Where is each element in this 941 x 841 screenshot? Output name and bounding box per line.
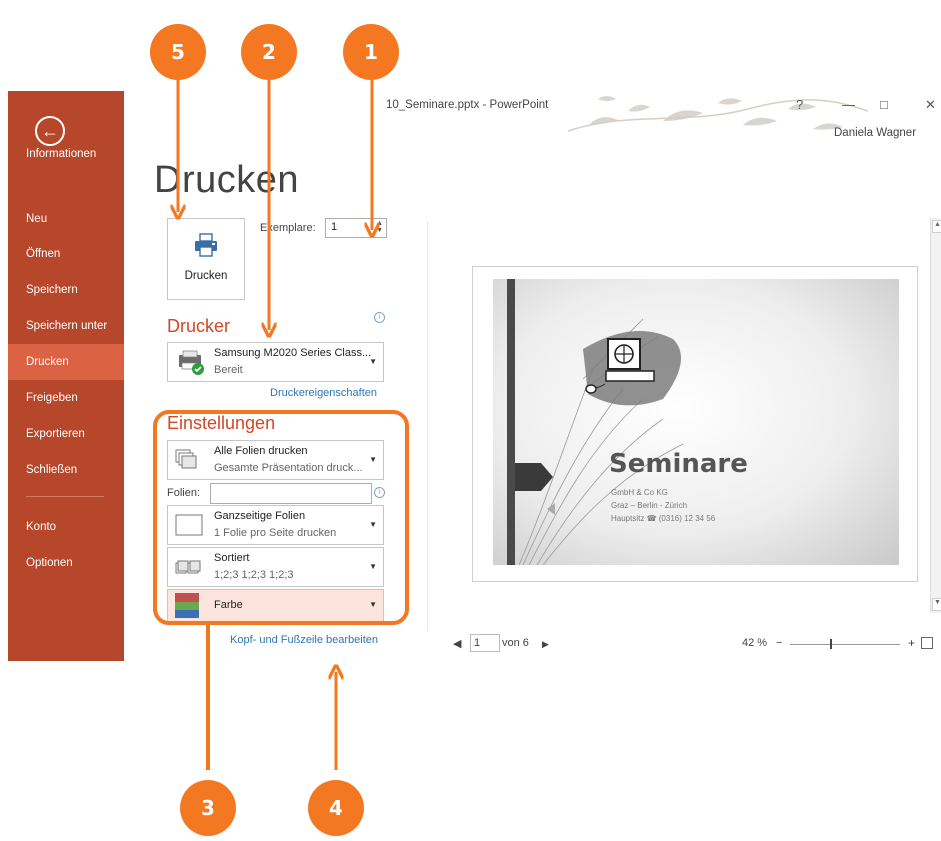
slide-line-2: Graz – Berlin - Zürich (611, 501, 688, 510)
all-slides-icon (175, 449, 197, 469)
chevron-down-icon: ▼ (369, 520, 377, 529)
page-number-input[interactable] (470, 634, 500, 652)
slide-line-3: Hauptsitz ☎ (0316) 12 34 56 (611, 514, 716, 523)
nav-item-freigeben[interactable]: Freigeben (8, 380, 124, 416)
collate-option-subtitle: 1;2;3 1;2;3 1;2;3 (214, 569, 294, 581)
nav-item-optionen[interactable]: Optionen (8, 545, 124, 581)
help-icon[interactable]: ? (796, 97, 803, 112)
callout-badge-2: 2 (241, 24, 297, 80)
info-icon[interactable]: i (374, 487, 385, 498)
zoom-slider[interactable] (790, 644, 900, 645)
callout-badge-4: 4 (308, 780, 364, 836)
nav-item-speichern-unter[interactable]: Speichern unter (8, 308, 124, 344)
callout-badge-5: 5 (150, 24, 206, 80)
nav-item-drucken[interactable]: Drucken (8, 344, 124, 380)
chevron-down-icon: ▼ (369, 600, 377, 609)
spinner-arrows-icon[interactable]: ▲ ▼ (376, 220, 383, 234)
preview-scrollbar[interactable]: ▲ ▼ (930, 218, 941, 613)
printer-ready-icon (179, 350, 204, 375)
printer-dropdown[interactable]: Samsung M2020 Series Class... Bereit ▼ (167, 342, 384, 382)
zoom-in-icon[interactable]: + (908, 636, 915, 650)
nav-item-neu[interactable]: Neu (8, 201, 124, 237)
nav-item-konto[interactable]: Konto (8, 509, 124, 545)
print-button-label: Drucken (184, 270, 228, 282)
slides-option-subtitle: Gesamte Präsentation druck... (214, 462, 363, 474)
slide-title: Seminare (609, 449, 748, 479)
panel-divider (427, 221, 428, 631)
sidebar-divider (26, 496, 104, 497)
print-preview: Seminare GmbH & Co KG Graz – Berlin - Zü… (472, 266, 918, 582)
window-title: 10_Seminare.pptx - PowerPoint (386, 99, 549, 111)
copies-label: Exemplare: (260, 222, 316, 234)
next-page-icon[interactable]: ▶ (542, 639, 549, 650)
user-name[interactable]: Daniela Wagner (834, 127, 916, 139)
printer-name: Samsung M2020 Series Class... (214, 347, 372, 359)
chevron-down-icon: ▼ (369, 455, 377, 464)
zoom-level[interactable]: 42 % (742, 637, 767, 649)
slide-line-1: GmbH & Co KG (611, 488, 668, 497)
settings-section-title: Einstellungen (167, 413, 276, 433)
collate-dropdown[interactable]: Sortiert 1;2;3 1;2;3 1;2;3 ▼ (167, 547, 384, 587)
vine-decoration (568, 96, 868, 132)
prev-page-icon[interactable]: ◀ (453, 637, 461, 650)
slides-dropdown[interactable]: Alle Folien drucken Gesamte Präsentation… (167, 440, 384, 480)
callout-badge-3: 3 (180, 780, 236, 836)
callout-badge-1: 1 (343, 24, 399, 80)
powerpoint-window: ← Informationen Neu Öffnen Speichern Spe… (8, 91, 941, 661)
scroll-down-icon[interactable]: ▼ (932, 598, 941, 611)
print-button[interactable]: Drucken (167, 218, 245, 300)
nav-item-speichern[interactable]: Speichern (8, 272, 124, 308)
slides-field-label: Folien: (167, 487, 201, 499)
nav-item-schliessen[interactable]: Schließen (8, 452, 124, 488)
scroll-up-icon[interactable]: ▲ (932, 220, 941, 233)
full-page-slide-icon (175, 514, 203, 536)
printer-properties-link[interactable]: Druckereigenschaften (270, 387, 377, 399)
backstage-sidebar: ← Informationen Neu Öffnen Speichern Spe… (8, 91, 124, 661)
slides-field-input[interactable] (210, 483, 372, 504)
copies-spinner[interactable]: 1 ▲ ▼ (325, 218, 387, 238)
printer-icon (195, 233, 217, 257)
color-option-title: Farbe (214, 599, 243, 611)
chevron-down-icon: ▼ (369, 562, 377, 571)
fit-to-window-icon[interactable] (921, 637, 933, 649)
nav-item-oeffnen[interactable]: Öffnen (8, 236, 124, 272)
chevron-down-icon: ▼ (369, 357, 377, 366)
slides-option-title: Alle Folien drucken (214, 445, 308, 457)
page-title: Drucken (154, 159, 299, 201)
collate-option-title: Sortiert (214, 552, 250, 564)
nav-item-exportieren[interactable]: Exportieren (8, 416, 124, 452)
header-footer-link[interactable]: Kopf- und Fußzeile bearbeiten (230, 634, 378, 646)
minimize-icon[interactable]: — (842, 97, 855, 112)
close-icon[interactable]: ✕ (925, 97, 936, 113)
zoom-slider-thumb[interactable] (830, 639, 832, 649)
printer-status: Bereit (214, 364, 243, 376)
slide-preview: Seminare GmbH & Co KG Graz – Berlin - Zü… (493, 279, 899, 565)
copies-value[interactable]: 1 (331, 221, 337, 233)
printer-section-title: Drucker (167, 316, 231, 336)
collated-icon (175, 560, 201, 574)
layout-option-title: Ganzseitige Folien (214, 510, 306, 522)
page-of-label: von 6 (502, 637, 529, 649)
maximize-icon[interactable]: □ (880, 97, 888, 112)
zoom-out-icon[interactable]: − (776, 637, 782, 649)
layout-dropdown[interactable]: Ganzseitige Folien 1 Folie pro Seite dru… (167, 505, 384, 545)
color-mode-icon (175, 593, 199, 618)
nav-item-informationen[interactable]: Informationen (8, 136, 124, 172)
color-dropdown[interactable]: Farbe ▼ (167, 589, 384, 622)
layout-option-subtitle: 1 Folie pro Seite drucken (214, 527, 337, 539)
info-icon[interactable]: i (374, 312, 385, 323)
